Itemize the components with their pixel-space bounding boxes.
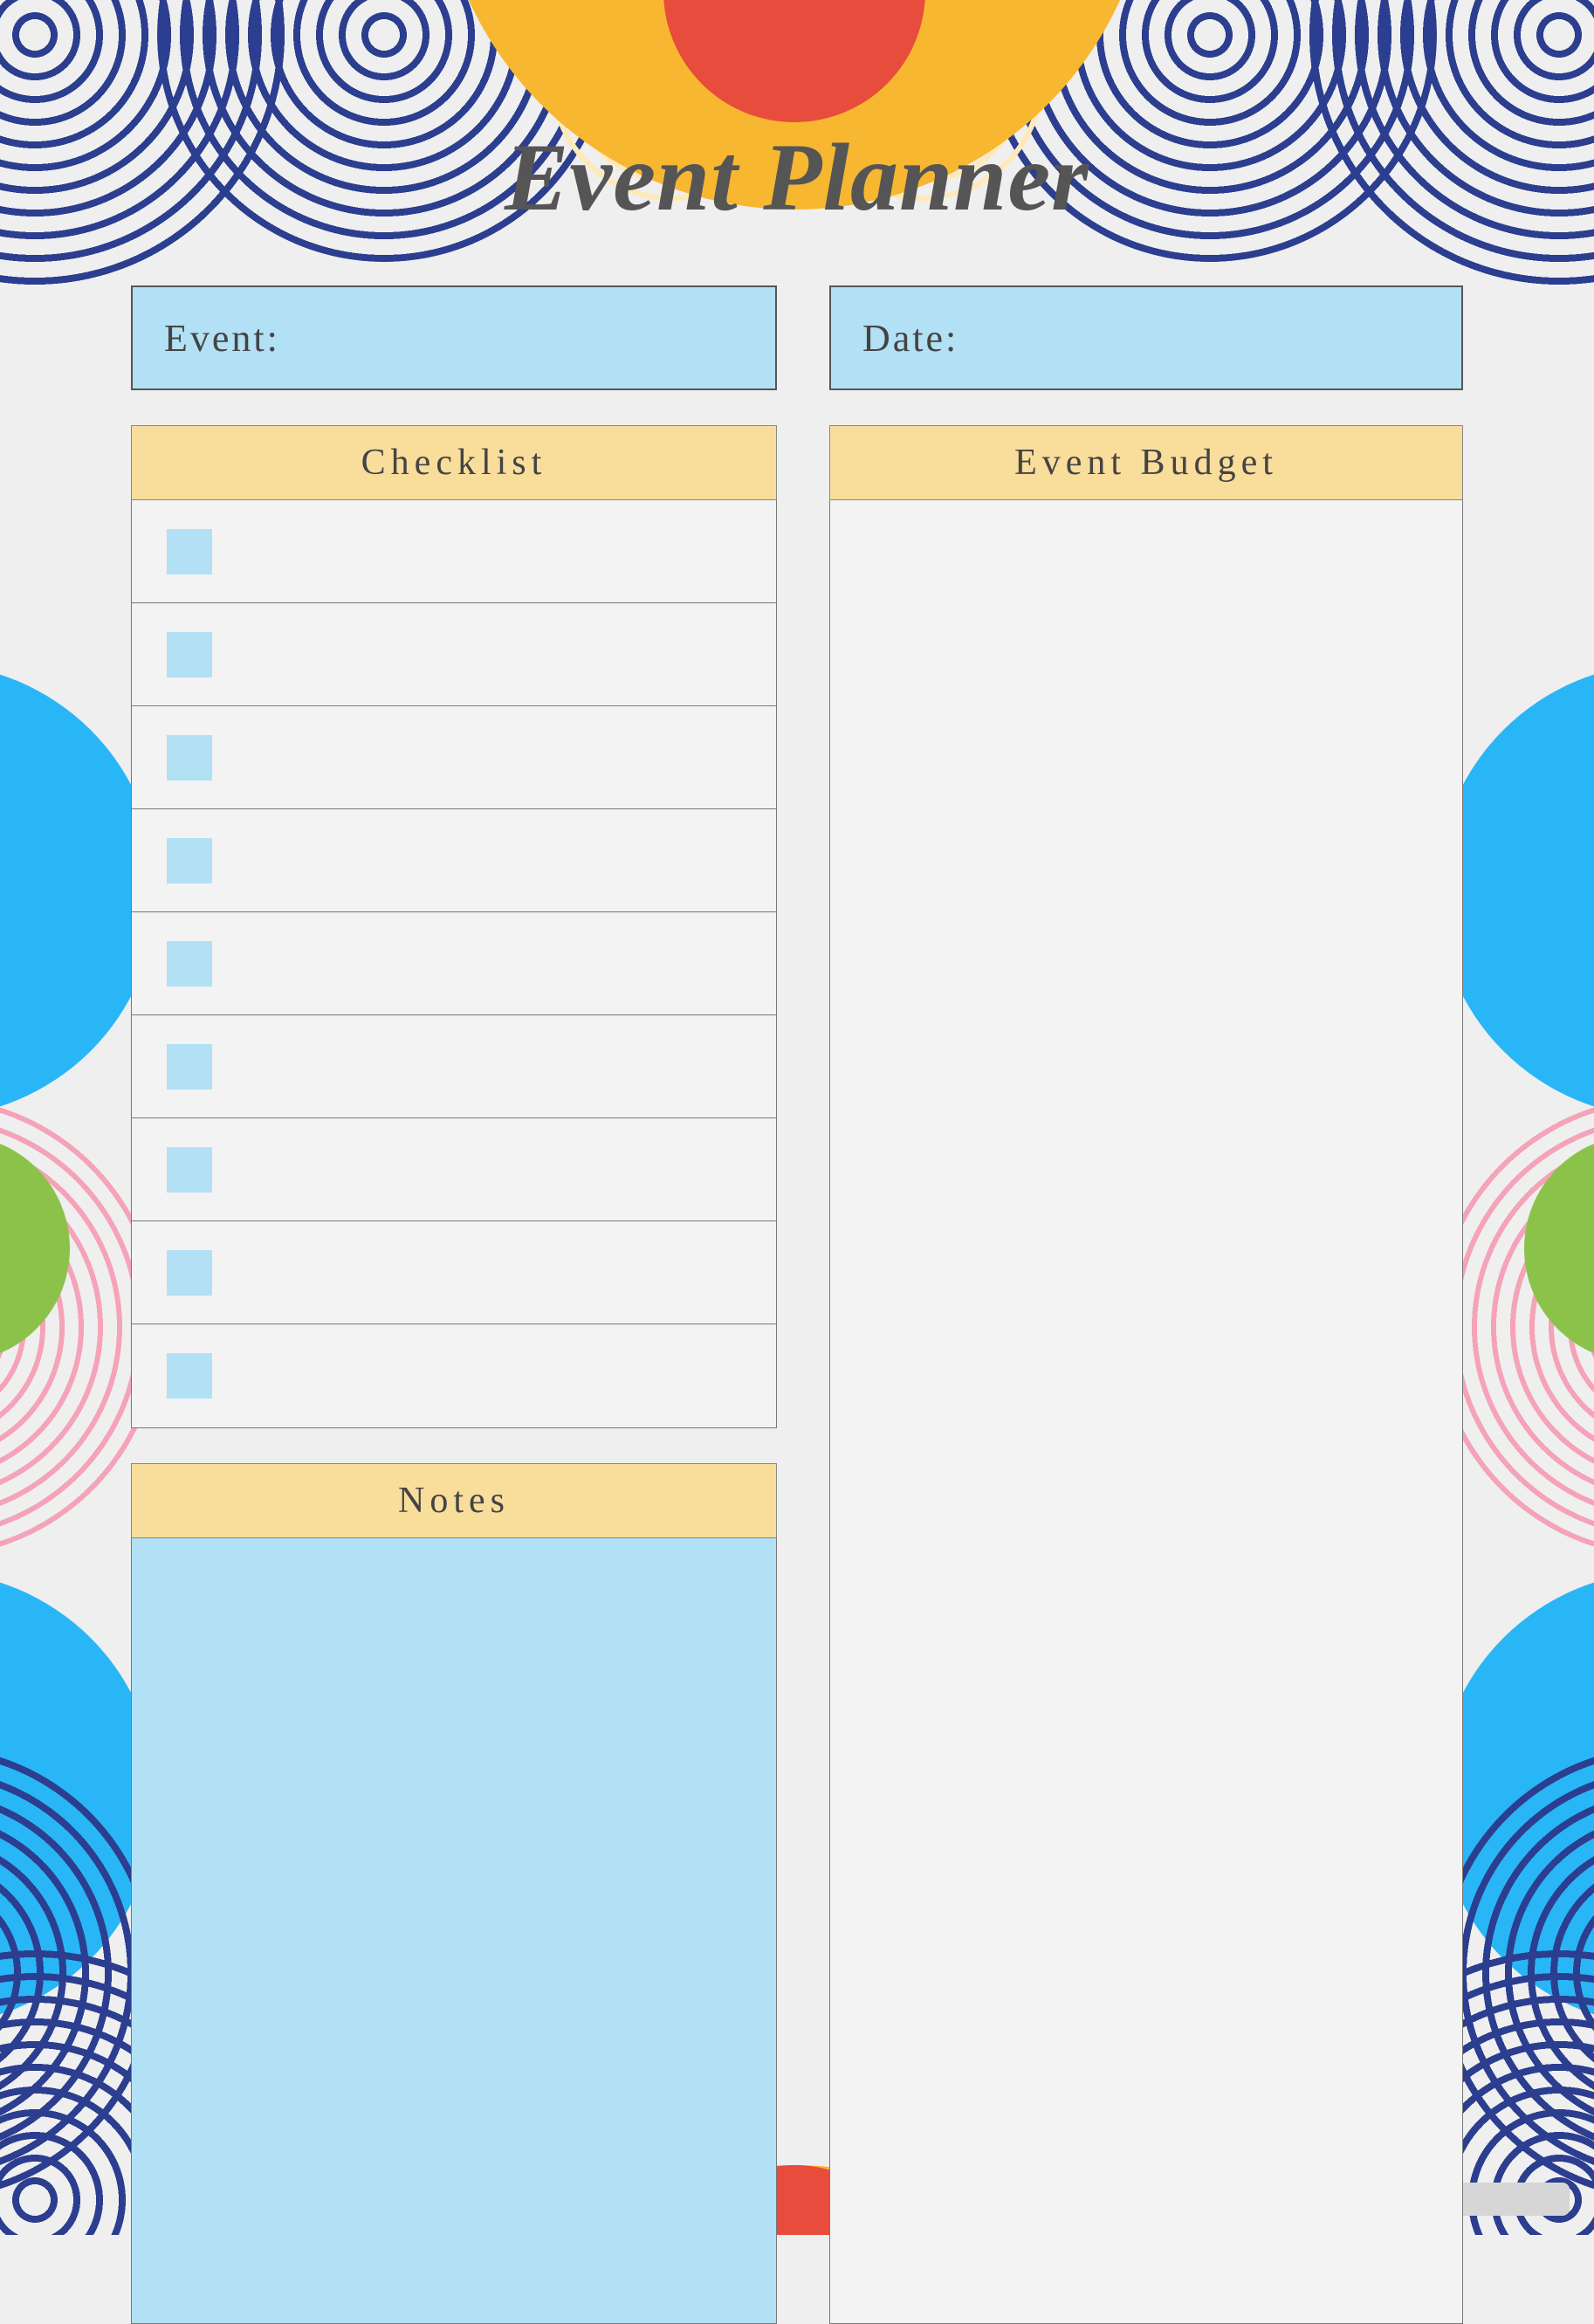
notes-section: Notes xyxy=(131,1463,777,2324)
event-field[interactable]: Event: xyxy=(131,285,777,390)
budget-header: Event Budget xyxy=(829,425,1463,500)
checkbox-icon[interactable] xyxy=(167,735,212,780)
budget-body[interactable] xyxy=(829,500,1463,2324)
checklist-header: Checklist xyxy=(131,425,777,500)
page-title: Event Planner xyxy=(131,122,1463,233)
event-label: Event: xyxy=(164,316,280,361)
checkbox-icon[interactable] xyxy=(167,1353,212,1399)
checklist-row[interactable] xyxy=(132,500,776,603)
checklist-row[interactable] xyxy=(132,706,776,809)
checkbox-icon[interactable] xyxy=(167,1250,212,1296)
checklist-body xyxy=(131,500,777,1428)
checklist-row[interactable] xyxy=(132,1324,776,1427)
planner-page: Event Planner Event: Checklist Notes Dat… xyxy=(0,0,1594,2235)
header-fields-row: Event: Checklist Notes Date: Event Budge… xyxy=(131,285,1463,2324)
checklist-row[interactable] xyxy=(132,1118,776,1221)
notes-header: Notes xyxy=(131,1463,777,1538)
checklist-section: Checklist xyxy=(131,425,777,1428)
checkbox-icon[interactable] xyxy=(167,941,212,987)
checklist-row[interactable] xyxy=(132,1221,776,1324)
checkbox-icon[interactable] xyxy=(167,1044,212,1090)
checkbox-icon[interactable] xyxy=(167,838,212,884)
checklist-row[interactable] xyxy=(132,912,776,1015)
budget-section: Event Budget xyxy=(829,425,1463,2324)
checklist-row[interactable] xyxy=(132,809,776,912)
checkbox-icon[interactable] xyxy=(167,632,212,677)
checklist-row[interactable] xyxy=(132,1015,776,1118)
notes-body[interactable] xyxy=(131,1538,777,2324)
date-label: Date: xyxy=(862,316,958,361)
date-field[interactable]: Date: xyxy=(829,285,1463,390)
checkbox-icon[interactable] xyxy=(167,1147,212,1193)
checklist-row[interactable] xyxy=(132,603,776,706)
checkbox-icon[interactable] xyxy=(167,529,212,574)
